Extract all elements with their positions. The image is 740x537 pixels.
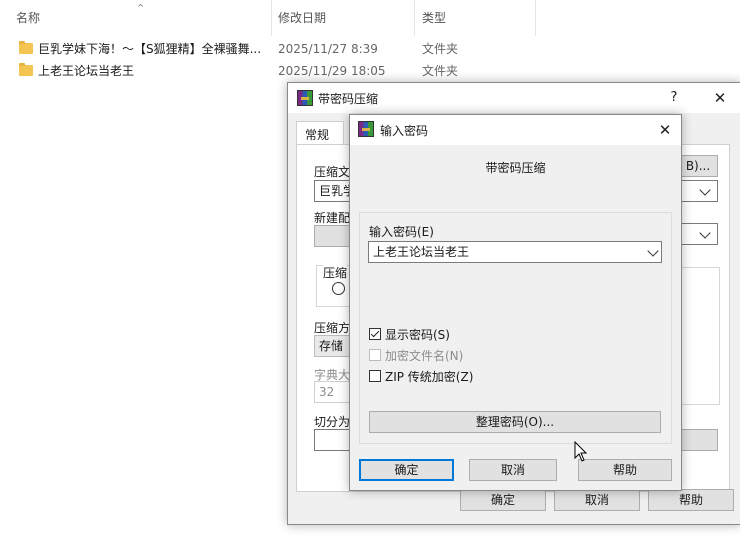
profile-label: 新建配	[314, 211, 351, 225]
compression-method-label: 压缩方	[314, 321, 351, 335]
show-password-label: 显示密码(S)	[385, 328, 450, 342]
folder-icon	[19, 63, 33, 76]
file-type: 文件夹	[422, 64, 459, 78]
file-name: 巨乳学妹下海！～【S狐狸精】全裸骚舞...	[38, 42, 262, 56]
ok-button-label: 确定	[490, 493, 515, 507]
cancel-button[interactable]: 取消	[554, 489, 640, 511]
organize-passwords-label: 整理密码(O)...	[475, 415, 555, 429]
password-dialog-titlebar: 输入密码 ✕	[350, 115, 681, 145]
file-name: 上老王论坛当老王	[38, 64, 135, 78]
show-password-checkbox[interactable]: 显示密码(S)	[368, 326, 568, 342]
format-group-label: 压缩	[323, 264, 348, 281]
column-date-label: 修改日期	[278, 11, 327, 25]
zip-legacy-checkbox[interactable]: ZIP 传统加密(Z)	[368, 368, 568, 384]
compression-method-value: 存储	[319, 339, 344, 353]
ok-button-label: 确定	[394, 463, 419, 477]
format-radio[interactable]	[332, 282, 345, 295]
split-volumes-label: 切分为	[314, 415, 351, 429]
help-button-label: 帮助	[612, 463, 637, 477]
help-button[interactable]: 帮助	[578, 459, 672, 481]
ok-button[interactable]: 确定	[359, 459, 454, 481]
winrar-icon	[358, 121, 374, 137]
list-item[interactable]: 上老王论坛当老王 2025/11/29 18:05 文件夹	[0, 61, 740, 81]
organize-passwords-button[interactable]: 整理密码(O)...	[369, 411, 661, 433]
help-button[interactable]: 帮助	[648, 489, 734, 511]
help-button-label: 帮助	[678, 493, 703, 507]
close-icon[interactable]: ✕	[653, 119, 677, 141]
browse-button[interactable]: B)...	[678, 155, 718, 177]
sort-ascending-icon: ⌃	[136, 2, 146, 15]
folder-icon	[19, 41, 33, 54]
ok-button[interactable]: 确定	[460, 489, 546, 511]
column-divider[interactable]	[535, 0, 536, 36]
archive-options-dropdown[interactable]	[678, 223, 718, 245]
cancel-button[interactable]: 取消	[469, 459, 557, 481]
dictionary-size-value: 32	[319, 385, 335, 399]
update-mode-dropdown[interactable]	[678, 180, 718, 202]
password-label: 输入密码(E)	[369, 225, 434, 239]
archive-name-label: 压缩文	[314, 165, 351, 179]
cancel-button-label: 取消	[584, 493, 609, 507]
checkbox-icon	[369, 349, 381, 361]
column-name-label: 名称	[16, 11, 41, 25]
file-date: 2025/11/29 18:05	[278, 64, 386, 78]
zip-legacy-label: ZIP 传统加密(Z)	[385, 370, 474, 384]
set-password-button[interactable]	[678, 429, 718, 451]
list-item[interactable]: 巨乳学妹下海！～【S狐狸精】全裸骚舞... 2025/11/27 8:39 文件…	[0, 39, 740, 59]
password-value: 上老王论坛当老王	[373, 245, 470, 259]
password-dialog: 输入密码 ✕ 带密码压缩 输入密码(E) 上老王论坛当老王 显示密码(S) 加密…	[349, 114, 682, 491]
tab-general-label: 常规	[305, 128, 330, 142]
close-icon[interactable]: ✕	[708, 87, 732, 109]
winrar-icon	[297, 90, 313, 106]
checkbox-icon	[369, 370, 381, 382]
file-type: 文件夹	[422, 42, 459, 56]
encrypt-filenames-checkbox[interactable]: 加密文件名(N)	[368, 347, 568, 363]
password-dialog-title: 输入密码	[380, 124, 429, 138]
tab-general[interactable]: 常规	[296, 121, 344, 146]
browse-button-label: B)...	[685, 159, 711, 173]
file-date: 2025/11/27 8:39	[278, 42, 378, 56]
column-header-type[interactable]: 类型	[406, 0, 536, 36]
archive-dialog-title: 带密码压缩	[318, 92, 379, 106]
help-icon[interactable]: ?	[662, 87, 686, 109]
cancel-button-label: 取消	[500, 463, 525, 477]
column-type-label: 类型	[422, 11, 447, 25]
chevron-down-icon	[699, 184, 711, 196]
header-text: 带密码压缩	[485, 161, 546, 175]
chevron-down-icon	[647, 245, 659, 257]
column-header-date[interactable]: 修改日期	[262, 0, 412, 36]
checkbox-checked-icon	[369, 328, 381, 340]
options-group	[678, 267, 720, 405]
password-dialog-header: 带密码压缩	[350, 145, 681, 176]
mouse-cursor-icon	[574, 441, 588, 462]
encrypt-filenames-label: 加密文件名(N)	[385, 349, 464, 363]
archive-dialog-titlebar: 带密码压缩 ? ✕	[288, 83, 740, 113]
password-input[interactable]: 上老王论坛当老王	[368, 241, 662, 263]
chevron-down-icon	[699, 227, 711, 239]
